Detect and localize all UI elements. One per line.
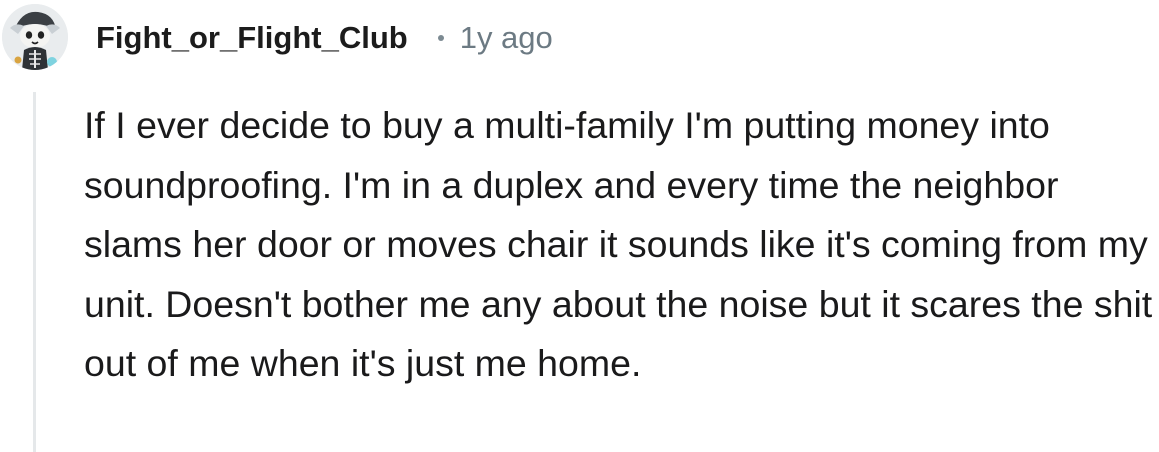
comment-text: If I ever decide to buy a multi-family I… bbox=[84, 104, 1153, 384]
comment-meta: Fight_or_Flight_Club 1y ago bbox=[96, 16, 553, 60]
comment-timestamp[interactable]: 1y ago bbox=[460, 20, 553, 56]
username-link[interactable]: Fight_or_Flight_Club bbox=[96, 20, 408, 56]
user-avatar[interactable] bbox=[2, 4, 68, 70]
snoo-avatar-icon bbox=[2, 4, 68, 70]
comment: Fight_or_Flight_Club 1y ago If I ever de… bbox=[0, 0, 1159, 452]
separator-dot bbox=[437, 35, 444, 41]
comment-body: If I ever decide to buy a multi-family I… bbox=[84, 96, 1154, 394]
thread-line[interactable] bbox=[33, 92, 36, 452]
